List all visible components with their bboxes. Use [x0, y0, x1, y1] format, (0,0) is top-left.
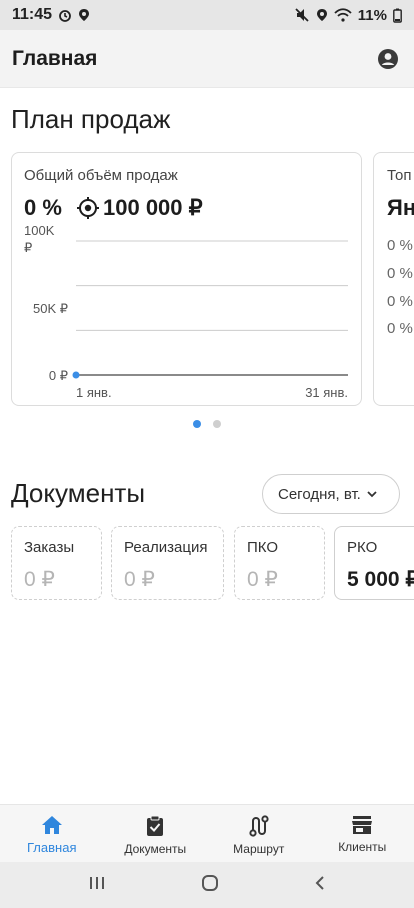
sales-volume-card[interactable]: Общий объём продаж 0 % 100 000 ₽ 0 ₽50K …: [11, 152, 362, 406]
account-button[interactable]: [374, 45, 402, 73]
doc-value: 0 ₽: [124, 568, 155, 591]
battery-level: 11%: [357, 6, 387, 24]
system-navigation-bar: [0, 862, 414, 908]
doc-label: РКО: [347, 539, 378, 556]
back-icon[interactable]: [314, 875, 326, 896]
store-icon: [352, 816, 373, 834]
page-title: Главная: [12, 46, 98, 70]
top-month: Ян: [387, 195, 414, 220]
bottom-navigation: Главная Документы Маршрут Клиенты: [0, 804, 414, 862]
clipboard-check-icon: [147, 815, 164, 836]
chevron-down-icon: [367, 490, 377, 497]
carousel-pager: [0, 420, 414, 428]
x-tick-label: 1 янв.: [76, 385, 112, 400]
sales-chart: 0 ₽ 50K ₽ 100K ₽ 1 янв. 31 янв.: [24, 223, 348, 400]
doc-card-orders[interactable]: Заказы 0 ₽: [11, 526, 102, 600]
battery-icon: [393, 8, 402, 23]
wifi-icon: [334, 8, 352, 22]
doc-card-rko[interactable]: РКО 5 000 ₽: [334, 526, 414, 600]
date-filter-value: Сегодня, вт.: [278, 485, 361, 503]
sales-plan-title: План продаж: [11, 104, 171, 134]
nav-item-route[interactable]: Маршрут: [207, 805, 311, 862]
home-button-icon[interactable]: [201, 874, 219, 897]
nav-label: Документы: [124, 842, 187, 856]
location-icon: [78, 8, 90, 22]
doc-label: Реализация: [124, 539, 208, 556]
y-tick-label: 100K: [24, 223, 55, 238]
pager-dot-active[interactable]: [193, 420, 201, 428]
status-time: 11:45: [12, 6, 53, 23]
nav-label: Маршрут: [233, 842, 285, 856]
alarm-icon: [58, 8, 72, 22]
recent-apps-icon[interactable]: [88, 875, 106, 896]
location-icon: [316, 8, 328, 22]
doc-card-sales[interactable]: Реализация 0 ₽: [111, 526, 224, 600]
mute-icon: [294, 7, 310, 23]
nav-item-clients[interactable]: Клиенты: [311, 805, 414, 862]
app-bar: Главная: [0, 30, 414, 88]
doc-card-pko[interactable]: ПКО 0 ₽: [234, 526, 325, 600]
y-tick-label: 0 ₽: [49, 368, 68, 383]
nav-label: Главная: [27, 840, 77, 855]
nav-item-home[interactable]: Главная: [0, 805, 104, 862]
x-tick-label: 31 янв.: [305, 385, 348, 400]
y-tick-label: 50K ₽: [33, 301, 68, 316]
doc-label: Заказы: [24, 539, 75, 556]
pager-dot[interactable]: [213, 420, 221, 428]
top-row-4: 0 %: [387, 320, 413, 337]
account-circle-icon: [378, 48, 398, 69]
nav-item-documents[interactable]: Документы: [104, 805, 208, 862]
date-filter-select[interactable]: Сегодня, вт.: [262, 474, 400, 514]
top-row-2: 0 %: [387, 265, 413, 282]
documents-title: Документы: [11, 478, 146, 508]
data-point: [72, 371, 80, 379]
home-icon: [41, 816, 62, 834]
top-row-3: 0 %: [387, 293, 413, 310]
nav-label: Клиенты: [338, 840, 387, 854]
doc-value: 0 ₽: [24, 568, 55, 591]
y-tick-label: ₽: [24, 240, 32, 255]
doc-label: ПКО: [247, 539, 279, 556]
top-row-1: 0 %: [387, 237, 413, 254]
doc-value: 0 ₽: [247, 568, 278, 591]
top-products-card[interactable]: Топ Ян 0 % 0 % 0 % 0 %: [373, 152, 414, 406]
route-icon: [249, 815, 269, 837]
card-title: Топ: [387, 167, 412, 184]
status-bar: 11:45 11%: [0, 0, 414, 30]
doc-value: 5 000 ₽: [347, 568, 414, 591]
